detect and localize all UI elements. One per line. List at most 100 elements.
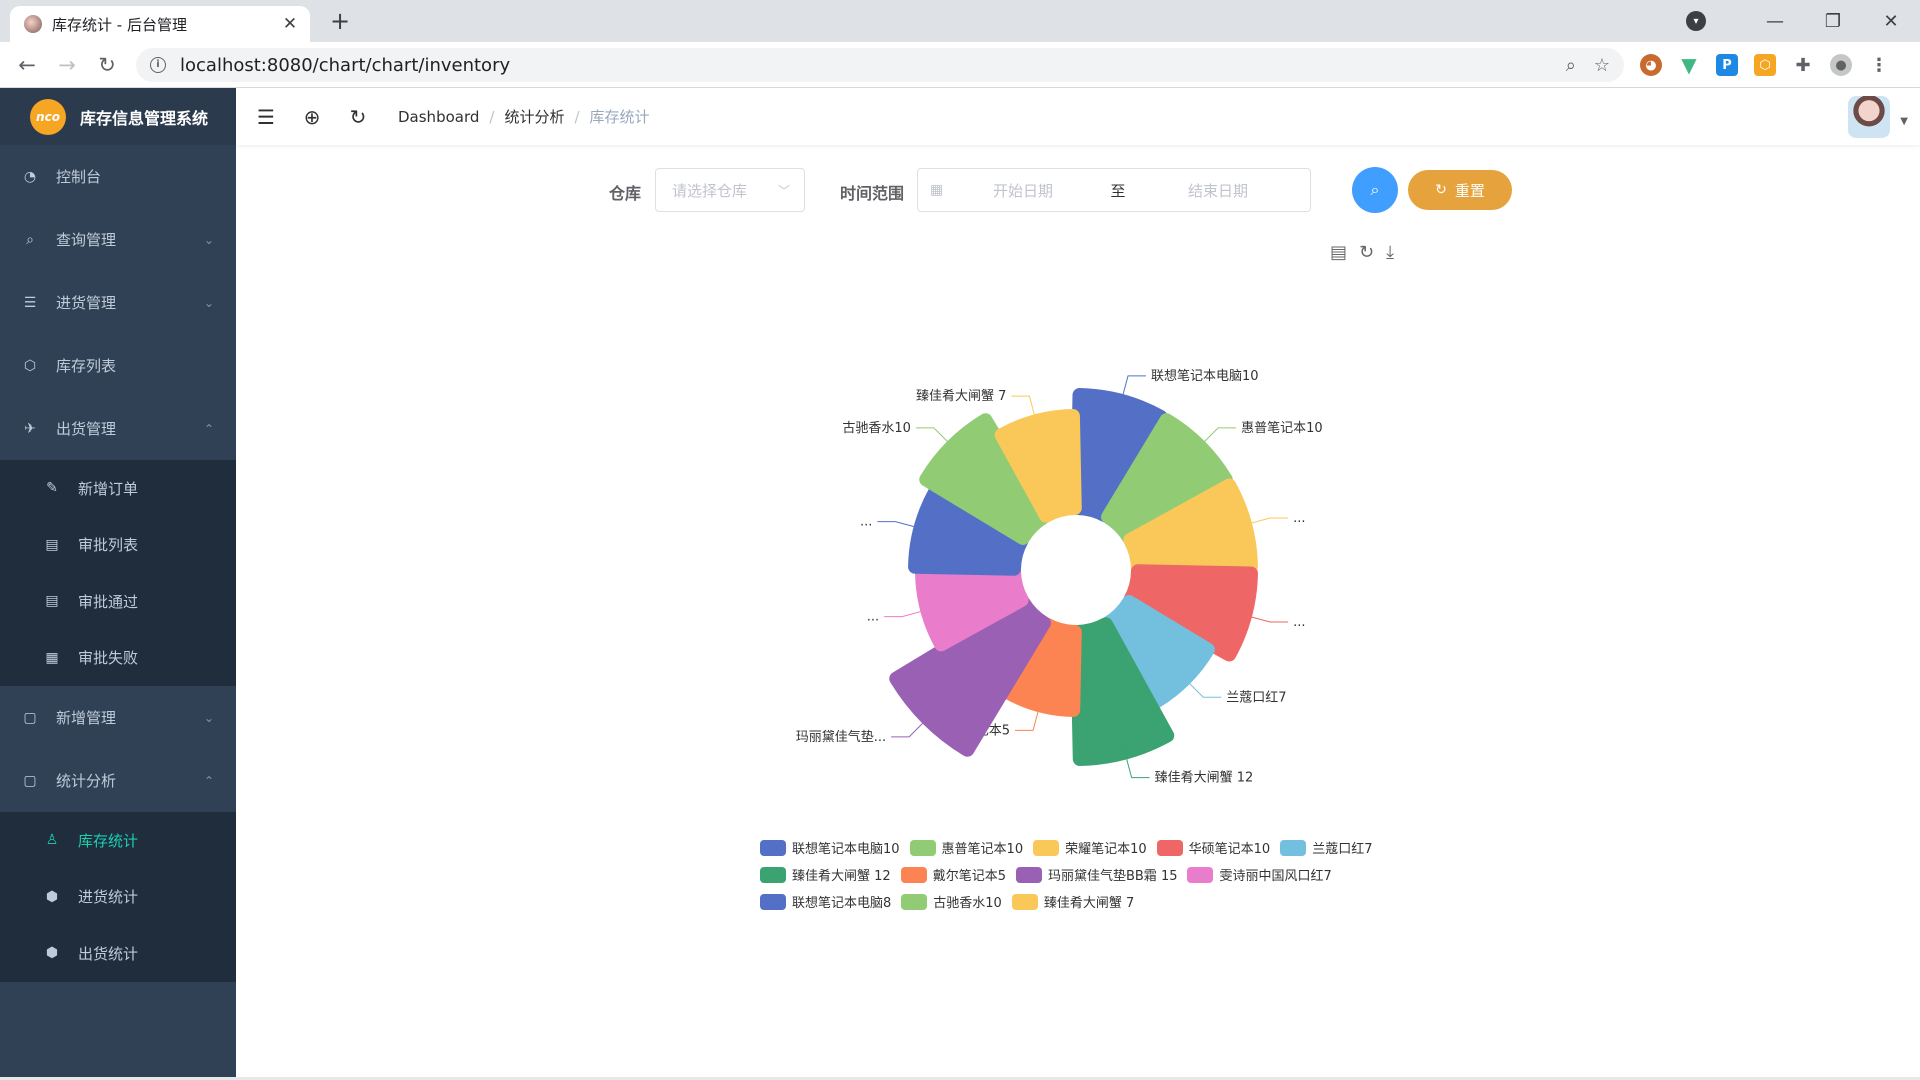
sidebar-item-purchase[interactable]: ☰ 进货管理 ⌄ <box>0 271 236 334</box>
navbar: ☰ ⊕ ↻ Dashboard / 统计分析 / 库存统计 ▼ <box>236 88 1920 145</box>
app-name: 库存信息管理系统 <box>80 108 209 128</box>
breadcrumb-item[interactable]: Dashboard <box>398 108 479 126</box>
site-favicon-icon <box>24 15 42 33</box>
sidebar-item-dashboard[interactable]: ◔ 控制台 <box>0 145 236 208</box>
puzzle-extensions-icon[interactable]: ✚ <box>1792 54 1814 76</box>
legend-item[interactable]: 臻佳肴大闸蟹 12 <box>760 865 891 884</box>
chevron-down-icon: ⌄ <box>203 232 214 247</box>
legend-item[interactable]: 雯诗丽中国风口红7 <box>1187 865 1332 884</box>
window-controls: ▾ — ❐ ✕ <box>1686 0 1920 42</box>
legend-row: 联想笔记本电脑10 惠普笔记本10 荣耀笔记本10 华硕笔记本10 兰蔻口红7 <box>760 834 1380 861</box>
new-tab-button[interactable]: + <box>326 8 354 36</box>
legend-item[interactable]: 臻佳肴大闸蟹 7 <box>1011 892 1134 911</box>
sidebar-item-rejected[interactable]: ▦ 审批失败 <box>0 630 236 687</box>
chrome-menu-icon[interactable]: ⋮ <box>1868 54 1890 76</box>
tab-search-icon[interactable]: ▾ <box>1686 11 1706 31</box>
purchase-icon: ☰ <box>23 294 37 311</box>
sidebar-item-statistics[interactable]: ▢ 统计分析 ⌃ <box>0 749 236 812</box>
chart-legend: 联想笔记本电脑10 惠普笔记本10 荣耀笔记本10 华硕笔记本10 兰蔻口红7 臻佳肴大闸… <box>760 834 1380 915</box>
reset-button[interactable]: ↻ 重置 <box>1408 170 1512 210</box>
sidebar-item-shipment[interactable]: ✈ 出货管理 ⌃ <box>0 397 236 460</box>
legend-swatch <box>760 839 786 856</box>
bookmark-star-icon[interactable]: ☆ <box>1594 55 1610 76</box>
legend-label: 联想笔记本电脑8 <box>792 896 892 911</box>
hexagon-extension-icon[interactable]: ⬡ <box>1754 54 1776 76</box>
p-extension-icon[interactable]: P <box>1716 54 1738 76</box>
end-date-input[interactable]: 结束日期 <box>1138 180 1298 201</box>
legend-item[interactable]: 华硕笔记本10 <box>1156 838 1270 857</box>
start-date-input[interactable]: 开始日期 <box>948 180 1098 201</box>
avatar[interactable] <box>1848 96 1890 138</box>
sidebar-item-approval-list[interactable]: ▤ 审批列表 <box>0 517 236 574</box>
sidebar-item-label: 库存列表 <box>56 357 117 375</box>
refresh-icon[interactable]: ↻ <box>346 105 370 129</box>
date-range-picker[interactable]: ▦ 开始日期 至 结束日期 <box>917 168 1311 212</box>
legend-label: 联想笔记本电脑10 <box>792 842 900 857</box>
legend-label: 古驰香水10 <box>933 896 1002 911</box>
address-bar[interactable]: i localhost:8080/chart/chart/inventory ⌕… <box>136 48 1624 82</box>
legend-item[interactable]: 惠普笔记本10 <box>909 838 1023 857</box>
sidebar-item-shipment-stats[interactable]: ⬢ 出货统计 <box>0 925 236 982</box>
legend-label: 臻佳肴大闸蟹 12 <box>792 869 891 884</box>
legend-label: 戴尔笔记本5 <box>932 869 1006 884</box>
slice-label: 兰蔻口红7 <box>1226 689 1286 705</box>
legend-item[interactable]: 玛丽黛佳气垫BB霜 15 <box>1015 865 1177 884</box>
breadcrumb-item[interactable]: 统计分析 <box>504 106 564 127</box>
sidebar-item-add-management[interactable]: ▢ 新增管理 ⌄ <box>0 686 236 749</box>
legend-item[interactable]: 荣耀笔记本10 <box>1033 838 1147 857</box>
legend-item[interactable]: 古驰香水10 <box>901 892 1002 911</box>
sidebar-item-inventory-stats[interactable]: ♙ 库存统计 <box>0 812 236 869</box>
sidebar-item-label: 出货管理 <box>56 420 117 438</box>
rejected-icon: ▦ <box>45 649 59 666</box>
site-info-icon[interactable]: i <box>150 57 166 73</box>
browser-tab[interactable]: 库存统计 - 后台管理 ✕ <box>10 6 310 42</box>
slice-label: 玛丽黛佳气垫... <box>796 729 886 745</box>
chevron-up-icon: ⌃ <box>203 773 214 788</box>
legend-swatch <box>901 893 928 910</box>
sidebar-item-label: 审批通过 <box>78 592 139 611</box>
reload-icon[interactable]: ↻ <box>92 50 122 80</box>
minimize-button[interactable]: — <box>1746 11 1804 32</box>
sidebar-logo[interactable]: nco 库存信息管理系统 <box>0 88 236 145</box>
statistics-submenu: ♙ 库存统计 ⬢ 进货统计 ⬢ 出货统计 <box>0 812 236 982</box>
slice-label: 联想笔记本电脑10 <box>1151 368 1259 384</box>
sidebar-item-approved[interactable]: ▤ 审批通过 <box>0 573 236 630</box>
sidebar-item-label: 审批列表 <box>78 536 139 555</box>
vue-devtools-icon[interactable]: ▼ <box>1678 53 1700 77</box>
legend-item[interactable]: 联想笔记本电脑10 <box>760 838 900 857</box>
query-icon: ⌕ <box>26 231 34 248</box>
legend-swatch <box>1033 839 1060 856</box>
warehouse-select[interactable]: 请选择仓库 ﹀ <box>655 168 805 212</box>
chevron-down-icon: ⌄ <box>203 710 214 725</box>
legend-item[interactable]: 兰蔻口红7 <box>1280 838 1372 857</box>
sidebar-item-label: 出货统计 <box>78 944 139 963</box>
sidebar-item-query[interactable]: ⌕ 查询管理 ⌄ <box>0 208 236 271</box>
url-text[interactable]: localhost:8080/chart/chart/inventory <box>180 55 1548 76</box>
sidebar-item-purchase-stats[interactable]: ⬢ 进货统计 <box>0 869 236 926</box>
sidebar-item-new-order[interactable]: ✎ 新增订单 <box>0 460 236 517</box>
legend-swatch <box>1015 866 1042 883</box>
zoom-icon[interactable]: ⌕ <box>1566 55 1576 76</box>
hamburger-toggle-icon[interactable]: ☰ <box>254 105 278 129</box>
add-order-icon: ✎ <box>46 480 58 497</box>
tab-title: 库存统计 - 后台管理 <box>52 15 187 34</box>
chevron-down-icon: ﹀ <box>777 183 790 198</box>
search-button[interactable]: ⌕ <box>1352 167 1398 213</box>
caret-down-icon[interactable]: ▼ <box>1900 116 1908 127</box>
sidebar-item-inventory-list[interactable]: ⬡ 库存列表 <box>0 334 236 397</box>
language-globe-icon[interactable]: ⊕ <box>300 105 324 129</box>
restore-button[interactable]: ❐ <box>1804 11 1862 32</box>
close-window-button[interactable]: ✕ <box>1862 11 1920 32</box>
close-tab-icon[interactable]: ✕ <box>280 14 300 34</box>
sidebar-item-label: 进货统计 <box>78 888 139 907</box>
legend-item[interactable]: 联想笔记本电脑8 <box>760 892 891 911</box>
back-arrow-icon[interactable]: ← <box>12 50 42 80</box>
cube-icon: ⬢ <box>45 945 59 962</box>
profile-icon[interactable]: ● <box>1830 54 1852 76</box>
legend-item[interactable]: 戴尔笔记本5 <box>900 865 1006 884</box>
monkey-extension-icon[interactable]: ◕ <box>1640 54 1662 76</box>
sidebar-item-label: 新增订单 <box>78 479 139 498</box>
forward-arrow-icon[interactable]: → <box>52 50 82 80</box>
breadcrumb-current: 库存统计 <box>589 108 650 126</box>
stats-icon: ▢ <box>23 772 37 789</box>
